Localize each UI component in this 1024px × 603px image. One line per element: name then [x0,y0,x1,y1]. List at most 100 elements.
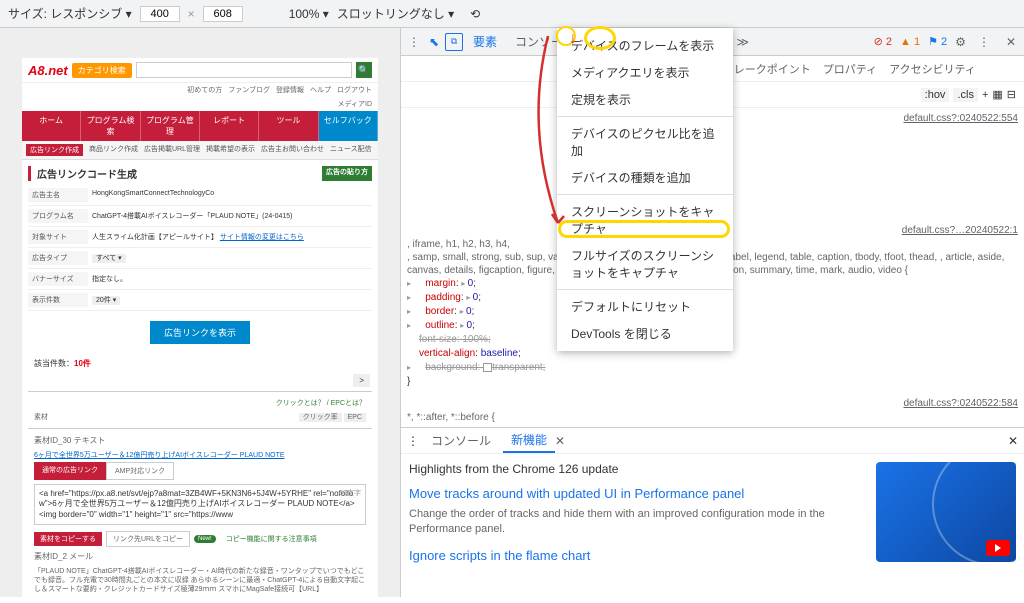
responsive-selector[interactable]: サイズ: レスポンシブ ▾ [8,5,132,22]
gear-icon[interactable]: ⚙ [955,35,966,49]
subnav-item[interactable]: 広告掲載URL管理 [144,144,200,156]
toplink[interactable]: ヘルプ [310,85,331,95]
style-source-link[interactable]: default.css?:0240522:554 [903,113,1018,124]
viewport-height-input[interactable] [203,6,243,22]
tab-normal-link[interactable]: 通常の広告リンク [34,462,106,480]
toggle-icon[interactable]: ⊟ [1007,88,1016,101]
toplink[interactable]: ログアウト [337,85,372,95]
subnav-item[interactable]: ニュース配信 [330,144,372,156]
css-value[interactable]: 0 [466,292,478,303]
error-count[interactable]: ⊘ 2 [874,35,892,48]
css-property[interactable]: font-size [419,334,457,345]
css-value[interactable]: baseline [481,348,518,359]
css-property[interactable]: padding [425,292,461,303]
menu-screenshot[interactable]: スクリーンショットをキャプチャ [557,198,733,242]
search-input[interactable] [136,62,352,78]
category-search-button[interactable]: カテゴリ検索 [72,63,132,78]
viewport-width-input[interactable] [140,6,180,22]
menu-pixel-ratio[interactable]: デバイスのピクセル比を追加 [557,120,733,164]
drawer-tab-whatsnew[interactable]: 新機能 [503,428,555,453]
search-icon[interactable]: 🔍 [356,62,372,78]
css-property[interactable]: outline [425,320,454,331]
subtab-accessibility[interactable]: アクセシビリティ [889,61,976,77]
tab-report[interactable]: レポート [200,111,259,141]
menu-ruler[interactable]: 定規を表示 [557,86,733,113]
copy-help-link[interactable]: コピー機能に関する注意事項 [220,533,323,545]
tab-manage[interactable]: プログラム管理 [141,111,200,141]
toplink[interactable]: 初めての方 [187,85,222,95]
menu-show-frame[interactable]: デバイスのフレームを表示 [557,32,733,59]
menu-close-devtools[interactable]: DevTools を閉じる [557,320,733,347]
drawer-tab-console[interactable]: コンソール [423,429,499,452]
menu-device-type[interactable]: デバイスの種類を追加 [557,164,733,191]
copy-material-button[interactable]: 素材をコピーする [34,532,102,546]
color-swatch[interactable] [483,363,492,372]
tips-link[interactable]: クリックとは？ / EPCとは？ [28,396,372,410]
kebab-menu-icon[interactable]: ⋮ [405,33,423,51]
a8-logo[interactable]: A8.net [28,63,68,78]
css-value[interactable]: 0 [460,320,472,331]
material-type: テキスト [74,436,106,445]
toplink[interactable]: ファンブログ [228,85,270,95]
tab-tool[interactable]: ツール [259,111,318,141]
rotate-icon[interactable]: ⟲ [470,7,480,21]
row-label: 表示件数 [28,293,88,307]
material-desc[interactable]: 6ヶ月で全世界5万ユーザー＆12億円売り上げAIボイスレコーダー PLAUD N… [28,448,372,462]
style-source-link[interactable]: default.css?:0240522:584 [903,398,1018,409]
whatsnew-heading: Highlights from the Chrome 126 update [409,462,868,476]
menu-reset[interactable]: デフォルトにリセット [557,293,733,320]
css-value[interactable]: 0 [460,306,472,317]
cls-toggle[interactable]: .cls [953,88,978,102]
tab-elements[interactable]: 要素 [465,29,505,54]
tab-search[interactable]: プログラム検索 [81,111,140,141]
code-content: <img border="0" width="1" height="1" src… [39,510,361,520]
row-value: 指定なし。 [88,272,372,286]
subtab-properties[interactable]: プロパティ [823,61,877,77]
throttle-selector[interactable]: スロットリングなし ▾ [337,5,454,22]
new-badge: New! [194,535,216,543]
subnav-item[interactable]: 掲載希望の表示 [206,144,255,156]
zoom-selector[interactable]: 100% ▾ [289,7,329,21]
menu-icon[interactable]: ⋮ [974,35,994,49]
whatsnew-item-title[interactable]: Move tracks around with updated UI in Pe… [409,486,868,501]
howto-link[interactable]: 広告の貼り方 [322,166,372,181]
warning-count[interactable]: ▲ 1 [900,36,920,48]
code-textarea[interactable]: 50文字 <a href="https://px.a8.net/svt/ejp?… [34,484,366,525]
css-property[interactable]: vertical-align [419,348,475,359]
subnav-item[interactable]: 広告主お問い合わせ [261,144,324,156]
style-source-link[interactable]: default.css?…20240522:1 [902,225,1018,236]
device-toggle-icon[interactable]: ⧉ [445,33,463,51]
element-selector-icon[interactable]: ⬉ [425,33,443,51]
close-icon[interactable]: ✕ [1002,35,1020,49]
row-label: バナーサイズ [28,272,88,286]
subnav-item[interactable]: 広告リンク作成 [26,144,83,156]
info-count[interactable]: ⚑ 2 [928,35,947,48]
tab-amp-link[interactable]: AMP対応リンク [106,462,174,480]
css-property[interactable]: border [425,306,454,317]
count-select[interactable]: 20件 ▾ [92,296,120,305]
adtype-select[interactable]: すべて ▾ [92,254,126,263]
hov-toggle[interactable]: :hov [921,88,950,102]
css-property[interactable]: background [425,362,477,373]
subnav-item[interactable]: 商品リンク作成 [89,144,138,156]
generate-button[interactable]: 広告リンクを表示 [150,321,250,344]
tab-selfback[interactable]: セルフバック [319,111,378,141]
add-style-icon[interactable]: + [982,89,988,101]
pager-next[interactable]: > [353,374,370,387]
tab-home[interactable]: ホーム [22,111,81,141]
css-value[interactable]: 100% [462,334,488,345]
tab-selfback-label: セルフバック [324,116,372,125]
whatsnew-item-title[interactable]: Ignore scripts in the flame chart [409,548,868,563]
site-change-link[interactable]: サイト情報の変更はこちら [220,234,304,241]
menu-media-query[interactable]: メディアクエリを表示 [557,59,733,86]
menu-full-screenshot[interactable]: フルサイズのスクリーンショットをキャプチャ [557,242,733,286]
copy-url-button[interactable]: リンク先URLをコピー [106,531,190,547]
computed-icon[interactable]: ▦ [992,88,1002,101]
toplink[interactable]: 登録情報 [276,85,304,95]
css-property[interactable]: margin [425,278,456,289]
css-value[interactable]: transparent [492,362,543,373]
console-kebab-icon[interactable]: ⋮ [407,434,419,448]
css-value[interactable]: 0 [461,278,473,289]
whatsnew-video-thumbnail[interactable] [876,462,1016,562]
close-tab-icon[interactable]: ✕ [555,434,565,448]
